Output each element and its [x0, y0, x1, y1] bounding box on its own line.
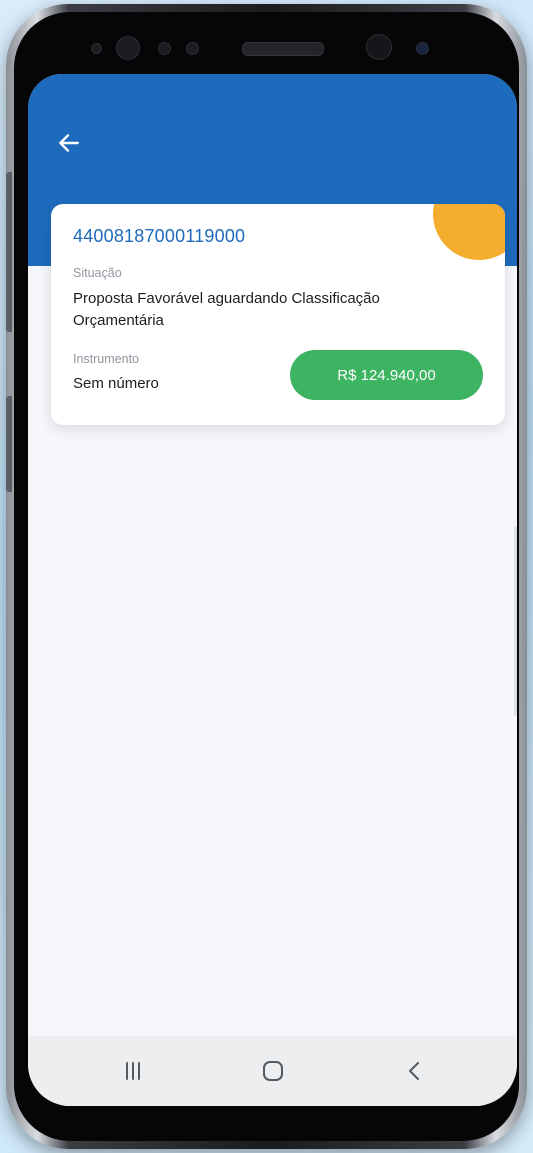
amount-button[interactable]: R$ 124.940,00: [290, 350, 483, 400]
phone-frame: 44008187000119000 Situação Proposta Favo…: [6, 4, 527, 1149]
proposal-card[interactable]: 44008187000119000 Situação Proposta Favo…: [51, 204, 505, 425]
iris-camera-icon: [116, 36, 140, 60]
proposal-number: 44008187000119000: [73, 226, 246, 246]
system-navigation-bar: [28, 1036, 517, 1106]
power-side-button: [6, 396, 12, 492]
status-value: Proposta Favorável aguardando Classifica…: [73, 290, 380, 329]
sensor-dot: [186, 42, 199, 55]
sensor-dot: [91, 43, 102, 54]
volume-up-button: [6, 172, 12, 332]
scroll-indicator: [514, 526, 517, 716]
instrument-value: Sem número: [73, 375, 159, 392]
chevron-left-icon[interactable]: [400, 1056, 430, 1086]
arrow-left-icon[interactable]: [56, 130, 82, 156]
recents-icon[interactable]: [118, 1056, 148, 1086]
sensor-dot: [416, 42, 429, 55]
app-screen: 44008187000119000 Situação Proposta Favo…: [28, 74, 517, 1106]
bookmark-badge[interactable]: [433, 204, 505, 260]
front-camera-icon: [366, 34, 392, 60]
bookmark-icon: [485, 204, 501, 205]
sensor-dot: [158, 42, 171, 55]
earpiece-speaker: [242, 42, 324, 56]
status-label: Situação: [73, 266, 122, 280]
instrument-label: Instrumento: [73, 352, 140, 366]
home-icon[interactable]: [258, 1056, 288, 1086]
